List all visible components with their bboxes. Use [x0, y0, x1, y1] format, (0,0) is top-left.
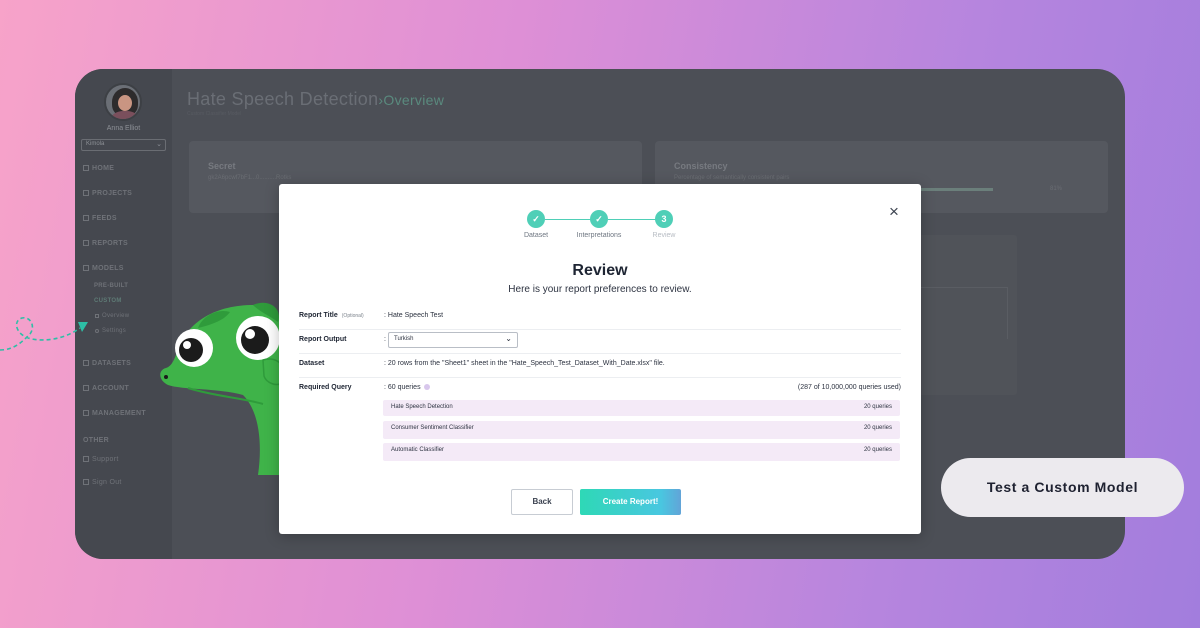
- query-count: 20 queries: [863, 447, 892, 453]
- support-icon: [83, 456, 89, 462]
- home-icon: [83, 165, 89, 171]
- consistency-progress-bar: [913, 188, 993, 191]
- sidebar-item-models[interactable]: MODELS: [83, 265, 124, 272]
- report-output-row: Report Output : Turkish ⌄: [299, 332, 901, 354]
- overview-icon: [95, 314, 99, 318]
- dataset-row: Dataset : 20 rows from the "Sheet1" shee…: [299, 360, 901, 378]
- report-icon: [83, 240, 89, 246]
- sidebar-item-settings[interactable]: Settings: [95, 328, 126, 334]
- required-query-value: : 60 queries: [384, 384, 430, 391]
- consistency-subtitle: Percentage of semantically consistent pa…: [674, 175, 790, 181]
- query-name: Automatic Classifier: [391, 447, 445, 453]
- report-title-row: Report Title (Optional) : Hate Speech Tes…: [299, 312, 901, 330]
- report-output-label: Report Output: [299, 336, 347, 343]
- back-button[interactable]: Back: [511, 489, 573, 515]
- query-name: Consumer Sentiment Classifier: [391, 425, 474, 431]
- page-title: Hate Speech Detection›Overview: [187, 89, 445, 109]
- query-row: Automatic Classifier 20 queries: [383, 443, 900, 461]
- avatar[interactable]: [104, 83, 142, 121]
- optional-tag: (Optional): [341, 313, 364, 319]
- sidebar-item-datasets[interactable]: DATASETS: [83, 360, 131, 367]
- modal-title: Review: [572, 262, 628, 279]
- consistency-percent: 81%: [1050, 186, 1063, 192]
- sidebar-item-account[interactable]: ACCOUNT: [83, 385, 129, 392]
- step-interpretations-check-icon[interactable]: ✓: [590, 210, 608, 228]
- model-icon: [83, 265, 89, 271]
- query-name: Hate Speech Detection: [391, 404, 453, 410]
- secret-title: Secret: [208, 161, 236, 171]
- modal-subtitle: Here is your report preferences to revie…: [508, 284, 692, 295]
- sidebar-item-pre-built[interactable]: PRE-BUILT: [94, 283, 128, 289]
- consistency-title: Consistency: [674, 161, 728, 171]
- report-output-colon: :: [384, 336, 386, 343]
- sidebar-item-projects[interactable]: PROJECTS: [83, 190, 132, 197]
- query-row: Consumer Sentiment Classifier 20 queries: [383, 421, 900, 439]
- required-query-label: Required Query: [299, 384, 352, 391]
- report-output-value: Turkish: [394, 336, 414, 342]
- stepper: ✓ ✓ 3 Dataset Interpretations Review: [279, 210, 921, 250]
- sidebar-item-home[interactable]: HOME: [83, 165, 114, 172]
- folder-icon: [83, 190, 89, 196]
- gear-icon: [95, 329, 99, 333]
- report-output-select[interactable]: Turkish ⌄: [388, 332, 518, 348]
- info-icon[interactable]: [423, 384, 430, 390]
- chevron-down-icon: ⌄: [505, 334, 512, 343]
- sidebar-item-sign-out[interactable]: Sign Out: [83, 479, 122, 486]
- dataset-value: : 20 rows from the "Sheet1" sheet in the…: [384, 360, 665, 367]
- step-dataset-check-icon[interactable]: ✓: [527, 210, 545, 228]
- feed-icon: [83, 215, 89, 221]
- step-connector: [608, 219, 656, 220]
- query-count: 20 queries: [863, 404, 892, 410]
- sidebar-section-other: OTHER: [83, 437, 109, 444]
- page-subtitle: Custom Classifier Model: [187, 111, 242, 117]
- sidebar-item-overview[interactable]: Overview: [95, 313, 129, 319]
- org-name: Kimola: [86, 141, 105, 147]
- sidebar-item-feeds[interactable]: FEEDS: [83, 215, 117, 222]
- dataset-label: Dataset: [299, 360, 325, 367]
- step-connector: [545, 219, 591, 220]
- review-modal: × ✓ ✓ 3 Dataset Interpretations Review R…: [279, 184, 921, 534]
- dataset-icon: [83, 360, 89, 366]
- sidebar-item-management[interactable]: MANAGEMENT: [83, 410, 146, 417]
- crocodile-mascot: [160, 302, 288, 475]
- query-row: Hate Speech Detection 20 queries: [383, 400, 900, 416]
- org-select[interactable]: Kimola ⌄: [81, 139, 166, 151]
- account-icon: [83, 385, 89, 391]
- step-label-review: Review: [652, 232, 676, 239]
- sidebar-item-support[interactable]: Support: [83, 456, 119, 463]
- sidebar-item-custom[interactable]: CUSTOM: [94, 298, 122, 304]
- management-icon: [83, 410, 89, 416]
- title-section: Overview: [383, 92, 445, 108]
- test-custom-model-button[interactable]: Test a Custom Model: [941, 458, 1184, 517]
- create-report-button[interactable]: Create Report!: [580, 489, 681, 515]
- secret-value[interactable]: gk2A6pcwf7bF1...0..........Rotks: [208, 175, 291, 181]
- chevron-down-icon: ⌄: [156, 141, 162, 148]
- report-title-label: Report Title (Optional): [299, 312, 364, 319]
- sidebar-item-reports[interactable]: REPORTS: [83, 240, 128, 247]
- queries-used: (287 of 10,000,000 queries used): [797, 384, 901, 391]
- dashed-arrow-decoration: [0, 316, 88, 351]
- sign-out-icon: [83, 479, 89, 485]
- step-review-number: 3: [655, 210, 673, 228]
- user-name: Anna Elliot: [106, 125, 141, 132]
- report-title-value: : Hate Speech Test: [384, 312, 444, 319]
- query-count: 20 queries: [863, 425, 892, 431]
